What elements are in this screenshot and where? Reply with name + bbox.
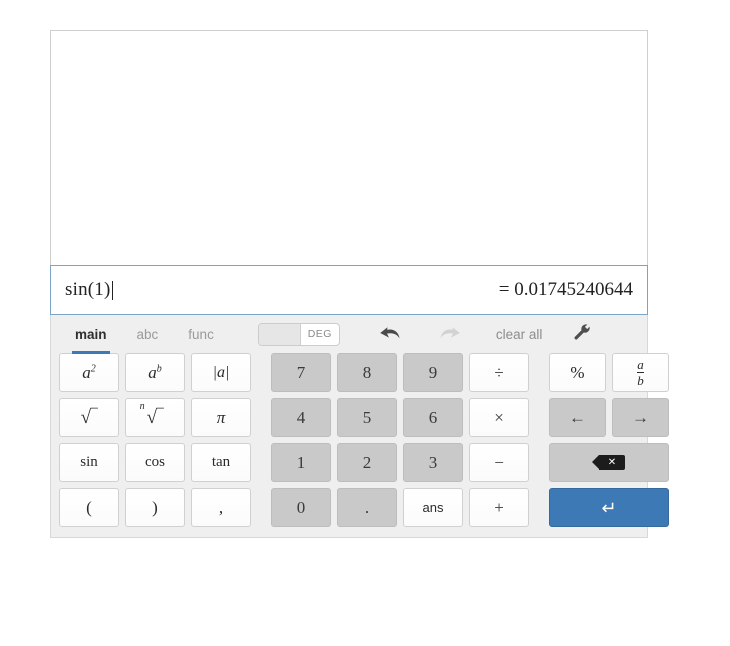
key-multiply[interactable]: ×	[469, 398, 529, 437]
key-cos[interactable]: cos	[125, 443, 185, 482]
key-fraction[interactable]: a b	[612, 353, 669, 392]
key-minus-label: −	[494, 452, 504, 472]
key-plus[interactable]: +	[469, 488, 529, 527]
keypad-toolbar: main abc func DEG clear all	[59, 315, 639, 354]
nth-root-icon: n √‾	[139, 400, 164, 428]
key-tan[interactable]: tan	[191, 443, 251, 482]
key-comma[interactable]: ,	[191, 488, 251, 527]
undo-icon	[380, 327, 400, 339]
key-absolute-value-label: |a|	[212, 363, 230, 381]
key-sin[interactable]: sin	[59, 443, 119, 482]
key-tan-label: tan	[211, 454, 231, 470]
key-5[interactable]: 5	[337, 398, 397, 437]
key-decimal-point[interactable]: .	[337, 488, 397, 527]
toggle-knob	[258, 323, 301, 345]
key-square-root[interactable]: √‾	[59, 398, 119, 437]
key-3[interactable]: 3	[403, 443, 463, 482]
redo-icon	[440, 327, 460, 339]
key-square[interactable]: a2	[59, 353, 119, 392]
key-minus[interactable]: −	[469, 443, 529, 482]
key-8-label: 8	[362, 362, 372, 382]
key-2-label: 2	[362, 452, 372, 472]
arrow-left-icon: ←	[569, 408, 586, 427]
tab-func[interactable]: func	[188, 318, 214, 351]
key-sin-label: sin	[80, 454, 98, 470]
key-pi[interactable]: π	[191, 398, 251, 437]
key-6-label: 6	[428, 407, 438, 427]
enter-icon: ↵	[601, 497, 617, 518]
calculator-widget: sin(1) = 0.01745240644 main abc func DEG	[50, 30, 669, 538]
key-percent-label: %	[570, 362, 585, 382]
wrench-icon	[574, 323, 591, 339]
key-1-label: 1	[296, 452, 306, 472]
angle-mode-label: DEG	[307, 328, 332, 340]
key-absolute-value[interactable]: |a|	[191, 353, 251, 392]
key-divide[interactable]: ÷	[469, 353, 529, 392]
key-cursor-right[interactable]: →	[612, 398, 669, 437]
key-divide-label: ÷	[494, 362, 504, 382]
key-0[interactable]: 0	[271, 488, 331, 527]
key-3-label: 3	[428, 452, 438, 472]
tab-func-label: func	[188, 326, 214, 342]
key-8[interactable]: 8	[337, 353, 397, 392]
fraction-numerator: a	[637, 356, 644, 372]
key-9-label: 9	[428, 362, 438, 382]
backspace-icon: ✕	[592, 455, 625, 470]
tab-main-label: main	[75, 326, 107, 342]
key-comma-label: ,	[218, 497, 224, 517]
key-power-label: ab	[148, 362, 162, 382]
numeric-key-block: 7 8 9 ÷ 4 5 6 × 1 2 3 − 0 . ans +	[271, 353, 529, 527]
text-caret	[111, 280, 113, 300]
edit-key-block: % a b ← → ✕ ↵	[549, 353, 669, 527]
angle-mode-toggle[interactable]: DEG	[257, 322, 340, 346]
key-0-label: 0	[296, 497, 306, 517]
history-panel[interactable]	[50, 30, 648, 265]
key-square-label: a2	[82, 362, 96, 382]
settings-button[interactable]	[572, 322, 592, 347]
fraction-icon: a b	[637, 358, 644, 387]
clear-all-button[interactable]: clear all	[496, 327, 543, 342]
tab-main[interactable]: main	[72, 318, 109, 354]
key-enter[interactable]: ↵	[549, 488, 669, 527]
key-decimal-point-label: .	[364, 497, 370, 517]
function-key-block: a2 ab |a| √‾ n √‾ π sin cos tan () ,	[59, 353, 251, 527]
result-text: = 0.01745240644	[498, 279, 633, 300]
arrow-right-icon: →	[632, 408, 649, 427]
key-cursor-left[interactable]: ←	[549, 398, 606, 437]
key-open-paren[interactable]: (	[59, 488, 119, 527]
key-2[interactable]: 2	[337, 443, 397, 482]
key-7[interactable]: 7	[271, 353, 331, 392]
redo-button[interactable]	[438, 325, 462, 343]
key-6[interactable]: 6	[403, 398, 463, 437]
tab-abc-label: abc	[136, 326, 159, 342]
key-5-label: 5	[362, 407, 372, 427]
key-nth-root[interactable]: n √‾	[125, 398, 185, 437]
sqrt-icon: √‾	[80, 407, 98, 428]
keypad-panel: main abc func DEG clear all a2 ab |a| √‾…	[50, 315, 669, 538]
key-ans-label: ans	[422, 500, 444, 515]
key-close-paren[interactable]: )	[125, 488, 185, 527]
key-ans[interactable]: ans	[403, 488, 463, 527]
key-1[interactable]: 1	[271, 443, 331, 482]
undo-button[interactable]	[378, 325, 402, 343]
key-cos-label: cos	[145, 454, 165, 470]
key-7-label: 7	[296, 362, 306, 382]
key-open-paren-label: (	[86, 497, 92, 517]
key-multiply-label: ×	[494, 407, 504, 427]
fraction-denominator: b	[637, 371, 644, 388]
key-power[interactable]: ab	[125, 353, 185, 392]
clear-all-label: clear all	[495, 326, 543, 342]
key-9[interactable]: 9	[403, 353, 463, 392]
tab-abc[interactable]: abc	[137, 318, 159, 351]
key-4-label: 4	[296, 407, 306, 427]
expression-text: sin(1)	[65, 279, 111, 300]
key-close-paren-label: )	[152, 497, 158, 517]
expression-input-row[interactable]: sin(1) = 0.01745240644	[50, 265, 648, 315]
key-backspace[interactable]: ✕	[549, 443, 669, 482]
key-4[interactable]: 4	[271, 398, 331, 437]
key-pi-label: π	[216, 407, 226, 427]
key-percent[interactable]: %	[549, 353, 606, 392]
key-plus-label: +	[494, 497, 504, 517]
key-grid: a2 ab |a| √‾ n √‾ π sin cos tan () , 7 …	[59, 353, 669, 527]
